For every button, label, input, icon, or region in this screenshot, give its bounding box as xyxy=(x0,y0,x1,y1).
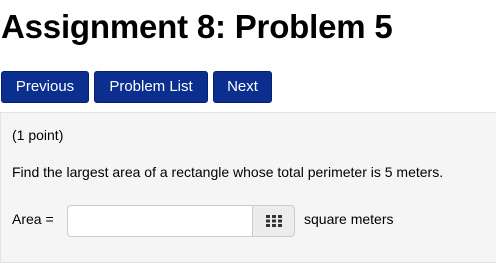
area-answer-input[interactable] xyxy=(67,205,252,237)
next-button[interactable]: Next xyxy=(213,71,272,103)
equation-palette-button[interactable] xyxy=(252,205,295,237)
problem-list-button[interactable]: Problem List xyxy=(94,71,208,103)
problem-points: (1 point) xyxy=(12,127,64,143)
page-title: Assignment 8: Problem 5 xyxy=(1,8,393,45)
keypad-grid-icon xyxy=(266,215,282,227)
previous-button[interactable]: Previous xyxy=(1,71,89,103)
problem-question: Find the largest area of a rectangle who… xyxy=(12,164,444,180)
problem-panel: (1 point) Find the largest area of a rec… xyxy=(0,112,496,263)
answer-label: Area = xyxy=(12,211,54,227)
answer-units: square meters xyxy=(304,211,394,227)
